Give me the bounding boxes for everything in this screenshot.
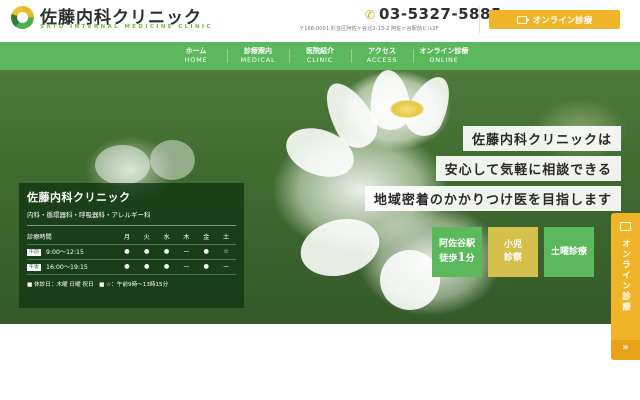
info-departments: 内科・循環器科・呼吸器科・アレルギー科 [27, 211, 151, 219]
double-chevron-right-icon: » [622, 342, 629, 353]
hours-mark: ● [136, 259, 157, 275]
feature-pediatric-line1: 小児 [503, 240, 522, 250]
feature-saturday: 土曜診療 [544, 227, 594, 277]
lotus-petal [95, 145, 150, 185]
hours-time-cell: 午後 16:00〜19:15 [27, 259, 117, 275]
clinic-name-en: SATO INTERNAL MEDICINE CLINIC [40, 24, 213, 30]
feature-walk-suffix: 分 [465, 254, 475, 264]
feature-station-walk: 阿佐谷駅 徒歩1分 [432, 227, 482, 277]
hours-mark: ☆ [216, 244, 236, 260]
hours-mark: ー [176, 259, 197, 275]
hero-slogan-line: 佐藤内科クリニックは [462, 126, 621, 151]
hours-header-row: 診療時間 月 火 水 木 金 土 [27, 229, 236, 245]
nav-item-sublabel: ONLINE [429, 56, 459, 64]
hours-table: 診療時間 月 火 水 木 金 土 午前 9:00〜12:15 ● ● ● ー ● … [27, 229, 236, 275]
nav-item-sublabel: HOME [184, 56, 208, 64]
hours-mark: ● [136, 244, 157, 260]
hours-day: 木 [176, 229, 197, 245]
feature-saturday-label: 土曜診療 [550, 246, 587, 257]
feature-walk-prefix: 徒歩 [439, 254, 458, 264]
hours-mark: ● [156, 259, 177, 275]
hours-time: 16:00〜19:15 [46, 264, 88, 271]
clinic-logo-icon[interactable] [11, 6, 34, 29]
hours-mark: ● [196, 259, 217, 275]
info-divider [27, 225, 236, 226]
nav-item-label: オンライン診療 [419, 47, 469, 55]
hours-day: 金 [196, 229, 217, 245]
side-tab-label: オンライン診療 [620, 239, 631, 313]
nav-item-online[interactable]: オンライン診療 ONLINE [413, 42, 475, 70]
online-consultation-side-tab[interactable]: オンライン診療 » [611, 213, 640, 360]
phone-number[interactable]: 03-5327-5885 [379, 5, 502, 23]
lotus-petal [150, 140, 195, 180]
hours-row-morning: 午前 9:00〜12:15 ● ● ● ー ● ☆ [27, 244, 236, 260]
hours-row-afternoon: 午後 16:00〜19:15 ● ● ● ー ● ー [27, 259, 236, 275]
clinic-info-panel: 佐藤内科クリニック 内科・循環器科・呼吸器科・アレルギー科 診療時間 月 火 水… [19, 183, 244, 308]
clinic-address: 〒166-0001 杉並区阿佐ヶ谷北2-13-2 阿佐ヶ谷駅前ビル2F [299, 26, 439, 32]
nav-item-home[interactable]: ホーム HOME [165, 42, 227, 70]
phone-icon: ✆ [365, 8, 376, 22]
lotus-petal [294, 210, 386, 285]
hours-tag: 午後 [27, 263, 42, 271]
hero-slogan-line: 地域密着のかかりつけ医を目指します [364, 186, 621, 211]
header-divider [479, 7, 480, 33]
hours-mark: ● [117, 259, 137, 275]
feature-walk-time: 徒歩1分 [439, 251, 474, 266]
hero-section: 佐藤内科クリニックは 安心して気軽に相談できる 地域密着のかかりつけ医を目指しま… [0, 70, 640, 324]
nav-item-sublabel: ACCESS [366, 56, 398, 64]
video-camera-icon [620, 222, 631, 231]
main-nav: ホーム HOME 診療案内 MEDICAL 医院紹介 CLINIC アクセス A… [0, 42, 640, 70]
hours-day: 火 [136, 229, 157, 245]
hours-time-cell: 午前 9:00〜12:15 [27, 244, 117, 260]
info-note: ■ 休診日：木曜 日曜 祝日 ■ ☆：午前9時〜13時15分 [27, 281, 169, 288]
hours-day: 水 [156, 229, 177, 245]
online-consultation-button[interactable]: オンライン診療 [489, 10, 620, 29]
hours-mark: ー [176, 244, 197, 260]
hours-time: 9:00〜12:15 [46, 249, 84, 256]
lotus-center [390, 100, 424, 118]
feature-walk-number: 1 [457, 250, 466, 264]
feature-pediatric-line2: 診察 [503, 253, 522, 263]
nav-item-label: 医院紹介 [306, 47, 334, 55]
nav-item-label: アクセス [368, 47, 396, 55]
feature-pediatric: 小児 診察 [488, 227, 538, 277]
nav-item-sublabel: MEDICAL [240, 56, 276, 64]
site-header: 佐藤内科クリニック SATO INTERNAL MEDICINE CLINIC … [0, 0, 640, 42]
nav-item-clinic[interactable]: 医院紹介 CLINIC [289, 42, 351, 70]
nav-item-access[interactable]: アクセス ACCESS [351, 42, 413, 70]
hours-mark: ● [196, 244, 217, 260]
hours-day: 土 [216, 229, 236, 245]
hours-mark: ● [156, 244, 177, 260]
nav-item-medical[interactable]: 診療案内 MEDICAL [227, 42, 289, 70]
hero-slogan-line: 安心して気軽に相談できる [435, 156, 621, 181]
hours-header-label: 診療時間 [27, 229, 117, 245]
online-consultation-label: オンライン診療 [532, 15, 593, 26]
nav-item-label: ホーム [185, 47, 207, 55]
info-title: 佐藤内科クリニック [27, 191, 131, 204]
video-camera-icon [516, 15, 530, 24]
nav-item-label: 診療案内 [244, 47, 272, 55]
nav-item-sublabel: CLINIC [306, 56, 334, 64]
hours-day: 月 [117, 229, 137, 245]
hours-mark: ー [216, 259, 236, 275]
hours-mark: ● [117, 244, 137, 260]
hours-tag: 午前 [27, 248, 42, 256]
